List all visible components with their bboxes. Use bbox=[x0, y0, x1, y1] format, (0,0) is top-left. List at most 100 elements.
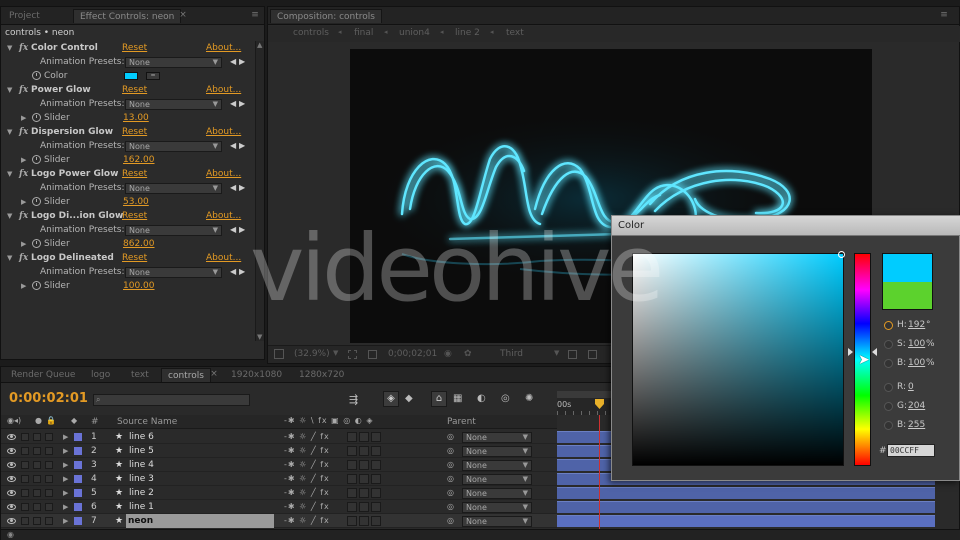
saturation-radio[interactable] bbox=[884, 340, 893, 349]
next-preset-icon[interactable]: ▶ bbox=[239, 181, 245, 195]
stopwatch-icon[interactable] bbox=[32, 155, 41, 164]
effect-header-row[interactable]: ▼ fx Logo Delineated Reset About... bbox=[1, 251, 251, 265]
brightness-radio[interactable] bbox=[884, 359, 893, 368]
zoom-dropdown[interactable]: (32.9%) bbox=[294, 349, 330, 359]
header-source-name[interactable]: Source Name bbox=[117, 417, 177, 427]
scrollbar[interactable]: ▲ ▼ bbox=[255, 41, 264, 341]
effect-name[interactable]: Power Glow bbox=[31, 83, 91, 97]
tab-text[interactable]: text bbox=[125, 368, 155, 382]
effect-header-row[interactable]: ▼ fx Color Control Reset About... bbox=[1, 41, 251, 55]
fx-icon[interactable]: fx bbox=[19, 41, 28, 55]
color-dialog-titlebar[interactable]: Color bbox=[612, 216, 960, 236]
reset-button[interactable]: Reset bbox=[122, 251, 147, 265]
shy-icon[interactable]: ⌂ bbox=[431, 391, 447, 407]
animation-presets-dropdown[interactable]: None ▼ bbox=[125, 57, 222, 68]
fx-icon[interactable]: fx bbox=[19, 83, 28, 97]
color-field-marker[interactable] bbox=[838, 251, 845, 258]
nav-item-union4[interactable]: union4 bbox=[399, 28, 430, 38]
prev-preset-icon[interactable]: ◀ bbox=[230, 181, 236, 195]
animation-presets-dropdown[interactable]: None ▼ bbox=[125, 183, 222, 194]
nav-item-controls[interactable]: controls bbox=[293, 28, 329, 38]
expand-triangle-icon[interactable]: ▶ bbox=[21, 279, 26, 293]
hue-slider-right-arrow[interactable] bbox=[872, 348, 877, 356]
green-value[interactable]: 204 bbox=[908, 401, 925, 411]
about-button[interactable]: About... bbox=[206, 209, 241, 223]
eyedropper-icon[interactable]: ━ bbox=[146, 72, 160, 80]
slider-value[interactable]: 862.00 bbox=[123, 237, 155, 251]
hue-slider-left-arrow[interactable] bbox=[848, 348, 853, 356]
expand-triangle-icon[interactable]: ▼ bbox=[7, 251, 12, 265]
draft-3d-icon[interactable]: ◆ bbox=[405, 393, 413, 404]
stopwatch-icon[interactable] bbox=[32, 281, 41, 290]
grid-toggle-icon[interactable] bbox=[274, 349, 284, 359]
header-parent[interactable]: Parent bbox=[447, 417, 476, 427]
nav-item-final[interactable]: final bbox=[354, 28, 373, 38]
effect-header-row[interactable]: ▼ fx Logo Di...ion Glow Reset About... bbox=[1, 209, 251, 223]
tab-logo[interactable]: logo bbox=[85, 368, 116, 382]
expand-triangle-icon[interactable]: ▶ bbox=[21, 237, 26, 251]
hue-value[interactable]: 192 bbox=[908, 320, 925, 330]
brainstorm-icon[interactable]: ✺ bbox=[525, 393, 533, 404]
tab-project[interactable]: Project bbox=[3, 9, 46, 23]
tab-composition[interactable]: Composition: controls bbox=[270, 9, 382, 23]
fx-icon[interactable]: fx bbox=[19, 167, 28, 181]
prev-preset-icon[interactable]: ◀ bbox=[230, 223, 236, 237]
scroll-down-icon[interactable]: ▼ bbox=[257, 333, 262, 341]
animation-presets-dropdown[interactable]: None ▼ bbox=[125, 267, 222, 278]
hue-radio[interactable] bbox=[884, 321, 893, 330]
stopwatch-icon[interactable] bbox=[32, 197, 41, 206]
motion-blur-icon[interactable]: ◐ bbox=[477, 393, 486, 404]
graph-editor-icon[interactable]: ◎ bbox=[501, 393, 510, 404]
scroll-up-icon[interactable]: ▲ bbox=[257, 41, 262, 49]
bottom-icon[interactable]: ◉ bbox=[7, 530, 14, 539]
slider-value[interactable]: 162.00 bbox=[123, 153, 155, 167]
comp-timecode[interactable]: 0;00;02;01 bbox=[388, 349, 437, 359]
reset-button[interactable]: Reset bbox=[122, 125, 147, 139]
reset-button[interactable]: Reset bbox=[122, 83, 147, 97]
blue-radio[interactable] bbox=[884, 421, 893, 430]
prev-preset-icon[interactable]: ◀ bbox=[230, 97, 236, 111]
animation-presets-dropdown[interactable]: None ▼ bbox=[125, 99, 222, 110]
nav-item-text[interactable]: text bbox=[506, 28, 524, 38]
tab-controls[interactable]: controls bbox=[161, 368, 211, 382]
nav-item-line2[interactable]: line 2 bbox=[455, 28, 480, 38]
layer-duration-bar[interactable] bbox=[557, 487, 935, 499]
reset-button[interactable]: Reset bbox=[122, 41, 147, 55]
layer-duration-bar[interactable] bbox=[557, 515, 935, 527]
tab-render-queue[interactable]: Render Queue bbox=[5, 368, 81, 382]
expand-triangle-icon[interactable]: ▶ bbox=[21, 153, 26, 167]
expand-triangle-icon[interactable]: ▼ bbox=[7, 83, 12, 97]
next-preset-icon[interactable]: ▶ bbox=[239, 97, 245, 111]
about-button[interactable]: About... bbox=[206, 167, 241, 181]
comp-mini-flowchart-icon[interactable]: ⇶ bbox=[349, 393, 358, 406]
expand-triangle-icon[interactable]: ▶ bbox=[21, 111, 26, 125]
view-dropdown[interactable]: Third bbox=[500, 349, 523, 359]
about-button[interactable]: About... bbox=[206, 41, 241, 55]
effect-header-row[interactable]: ▼ fx Logo Power Glow Reset About... bbox=[1, 167, 251, 181]
stopwatch-icon[interactable] bbox=[32, 239, 41, 248]
effect-name[interactable]: Logo Delineated bbox=[31, 251, 114, 265]
effect-name[interactable]: Dispersion Glow bbox=[31, 125, 113, 139]
green-radio[interactable] bbox=[884, 402, 893, 411]
camera-icon[interactable]: ◉ bbox=[444, 349, 452, 359]
reset-button[interactable]: Reset bbox=[122, 209, 147, 223]
next-preset-icon[interactable]: ▶ bbox=[239, 265, 245, 279]
transparency-icon[interactable] bbox=[368, 350, 377, 359]
expand-triangle-icon[interactable]: ▼ bbox=[7, 41, 12, 55]
channel-icon[interactable]: ✿ bbox=[464, 349, 472, 359]
stopwatch-icon[interactable] bbox=[32, 71, 41, 80]
color-swatch[interactable] bbox=[124, 72, 138, 80]
about-button[interactable]: About... bbox=[206, 251, 241, 265]
red-value[interactable]: 0 bbox=[908, 382, 914, 392]
tab-1280x720[interactable]: 1280x720 bbox=[293, 368, 350, 382]
next-preset-icon[interactable]: ▶ bbox=[239, 55, 245, 69]
red-radio[interactable] bbox=[884, 383, 893, 392]
layer-search-input[interactable] bbox=[93, 394, 250, 406]
slider-value[interactable]: 13.00 bbox=[123, 111, 149, 125]
old-color-swatch[interactable] bbox=[882, 282, 933, 310]
about-button[interactable]: About... bbox=[206, 125, 241, 139]
panel-menu-icon[interactable]: ≡ bbox=[938, 10, 950, 20]
panel-menu-icon[interactable]: ≡ bbox=[249, 10, 261, 20]
prev-preset-icon[interactable]: ◀ bbox=[230, 265, 236, 279]
current-time-indicator[interactable] bbox=[595, 399, 604, 409]
